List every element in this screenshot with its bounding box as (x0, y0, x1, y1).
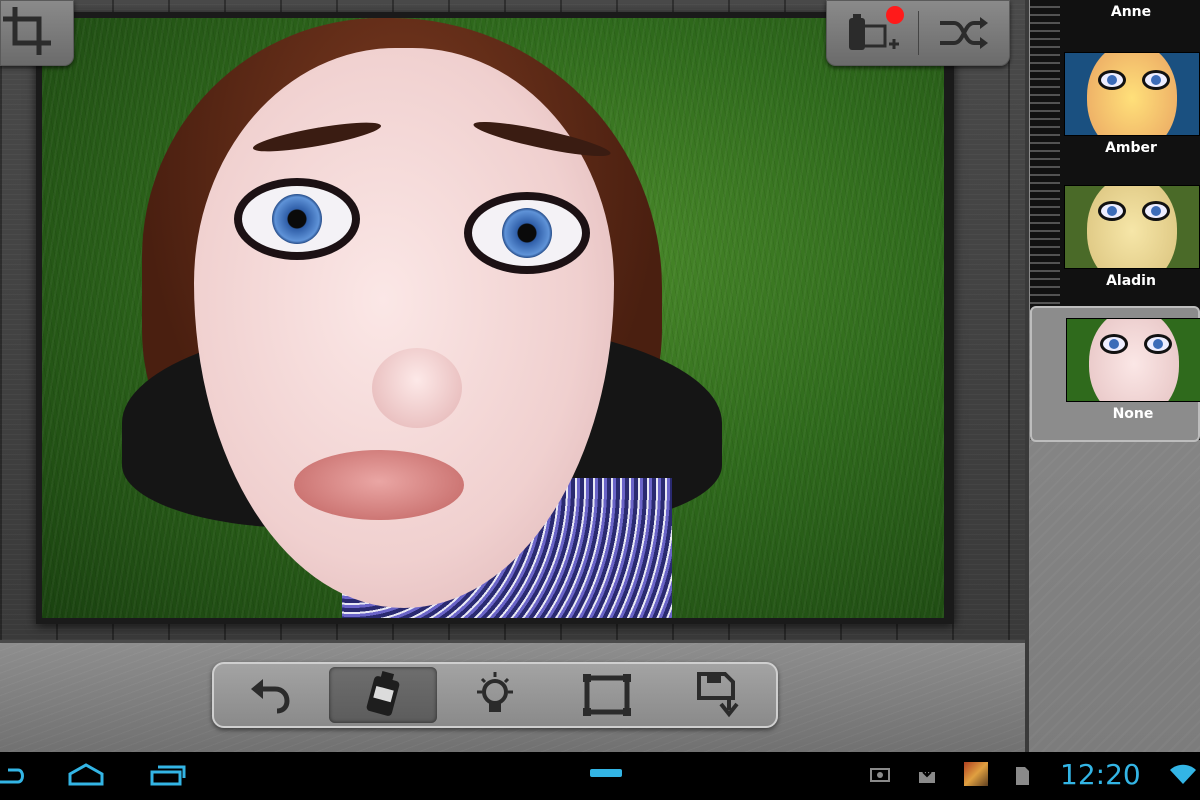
left-eye (242, 186, 352, 252)
edit-toolbar (212, 662, 778, 728)
thumb-eye (1147, 337, 1169, 351)
sd-card-icon (1016, 767, 1029, 785)
menu-icon (590, 769, 622, 777)
shuffle-button[interactable] (919, 1, 1010, 65)
filter-label-anne[interactable]: Anne (1064, 4, 1198, 20)
thumb-face (1087, 186, 1177, 268)
filter-label-none: None (1112, 406, 1154, 422)
download-icon (919, 766, 935, 783)
thumb-eye (1101, 204, 1123, 218)
filter-thumb-amber (1064, 52, 1200, 136)
shuffle-icon (939, 17, 988, 49)
menu-button[interactable] (588, 762, 624, 782)
filter-thumb-aladin (1064, 185, 1200, 269)
right-eye (472, 200, 582, 266)
thumb-eye (1101, 73, 1123, 87)
edited-photo[interactable] (42, 18, 944, 618)
filter-thumb-none (1066, 318, 1200, 402)
film-filter-button[interactable] (328, 667, 437, 723)
filter-item-aladin[interactable]: Aladin (1030, 175, 1200, 307)
home-button[interactable] (66, 762, 106, 788)
thumb-eye (1103, 337, 1125, 351)
thumb-eye (1145, 204, 1167, 218)
save-icon (696, 672, 739, 718)
wifi-icon (1170, 764, 1196, 784)
notification-dot (885, 6, 904, 24)
crop-icon (3, 7, 51, 55)
home-icon (68, 763, 104, 786)
top-right-toolbar (826, 0, 1010, 66)
frame-button[interactable] (553, 667, 661, 723)
save-button[interactable] (666, 667, 774, 723)
nose-shape (372, 348, 462, 428)
frame-icon (583, 674, 632, 716)
status-clock: 12:20 (1060, 758, 1141, 791)
lightbulb-icon (476, 672, 513, 712)
back-icon (0, 768, 24, 784)
recent-apps-icon (150, 765, 186, 786)
lighting-button[interactable] (441, 667, 549, 723)
photo-editor-app: Anne Amber Aladin None 12:20 (0, 0, 1200, 800)
filter-label-amber: Amber (1105, 140, 1157, 156)
lips-shape (294, 450, 464, 520)
back-button[interactable] (0, 762, 28, 788)
film-roll-icon (366, 671, 399, 716)
right-iris (502, 208, 552, 258)
filter-item-none[interactable]: None (1030, 306, 1200, 442)
thumb-face (1089, 319, 1179, 401)
recent-apps-button[interactable] (148, 762, 188, 788)
left-iris (272, 194, 322, 244)
add-film-button[interactable] (827, 1, 918, 65)
thumb-eye (1145, 73, 1167, 87)
thumb-face (1087, 53, 1177, 135)
filter-label-aladin: Aladin (1106, 273, 1156, 289)
camera-icon (870, 768, 890, 782)
filter-item-amber[interactable]: Amber (1030, 42, 1200, 174)
undo-icon (251, 679, 290, 714)
system-nav-bar: 12:20 (0, 752, 1200, 800)
app-notification-icon (964, 762, 988, 786)
undo-button[interactable] (216, 667, 324, 723)
crop-button[interactable] (0, 0, 74, 66)
